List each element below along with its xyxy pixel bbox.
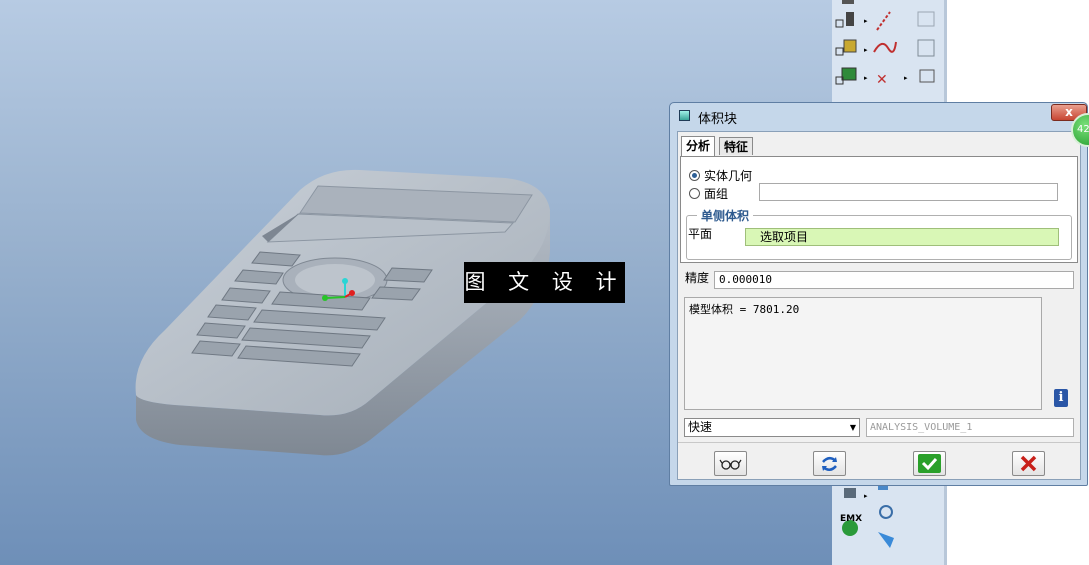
sphere-tool-icon xyxy=(879,505,893,519)
svg-text:▸: ▸ xyxy=(864,46,868,54)
svg-text:▸: ▸ xyxy=(864,17,868,25)
datum-point-icon xyxy=(835,12,854,28)
tab-analysis[interactable]: 分析 xyxy=(681,136,716,156)
cancel-x-icon xyxy=(1020,455,1037,472)
emx-label: EMX xyxy=(840,514,863,524)
precision-input[interactable]: 0.000010 xyxy=(714,271,1074,289)
tab-feature[interactable]: 特征 xyxy=(719,137,754,155)
plane-label: 平面 xyxy=(688,227,713,241)
repeat-button[interactable] xyxy=(813,451,846,476)
label-solid-geometry: 实体几何 xyxy=(704,169,753,183)
grid-icon xyxy=(917,39,935,57)
plane-select-field[interactable]: 选取项目 xyxy=(745,228,1059,246)
quilt-select-field[interactable] xyxy=(759,183,1058,201)
label-quilt: 面组 xyxy=(704,187,729,201)
dialog-titlebar[interactable]: 体积块 x xyxy=(670,103,1087,129)
datum-axis-icon xyxy=(876,11,891,31)
dialog-body: 分析 特征 实体几何 面组 单侧体积 平面 选取项目 精度 0.000010 模… xyxy=(677,131,1081,480)
import-icon xyxy=(919,69,935,83)
preview-button[interactable] xyxy=(714,451,747,476)
dialog-button-row xyxy=(678,442,1080,481)
info-icon[interactable]: i xyxy=(1054,389,1068,407)
pattern-tool-icon xyxy=(835,67,857,85)
group-title: 单侧体积 xyxy=(697,207,754,224)
result-output: 模型体积 = 7801.20 xyxy=(684,297,1042,410)
grey-tool-icon xyxy=(917,11,935,27)
analysis-panel: 实体几何 面组 单侧体积 平面 选取项目 xyxy=(680,156,1078,263)
radio-quilt[interactable] xyxy=(689,188,700,199)
volume-block-dialog: 体积块 x 分析 特征 实体几何 面组 单侧体积 平面 选取项目 精度 0.00… xyxy=(669,102,1088,486)
dropdown-arrow-icon: ▼ xyxy=(849,423,856,432)
precision-label: 精度 xyxy=(685,271,710,285)
glasses-icon xyxy=(719,459,742,470)
refresh-icon xyxy=(822,457,837,471)
one-side-volume-group: 单侧体积 平面 选取项目 xyxy=(686,207,1072,260)
dialog-title: 体积块 xyxy=(698,112,738,127)
radio-solid-geometry[interactable] xyxy=(689,170,700,181)
sketch-tool-icon xyxy=(835,39,857,56)
ok-button[interactable] xyxy=(913,451,946,476)
svg-text:▸: ▸ xyxy=(904,74,908,82)
analysis-name-field[interactable]: ANALYSIS_VOLUME_1 xyxy=(866,418,1074,437)
cancel-button[interactable] xyxy=(1012,451,1045,476)
monitor-icon xyxy=(844,488,856,498)
curve-icon xyxy=(873,41,897,53)
watermark-label: 图 文 设 计 xyxy=(464,262,625,303)
dialog-app-icon xyxy=(679,110,690,121)
svg-text:▸: ▸ xyxy=(864,492,868,500)
arrow-tool-icon xyxy=(878,532,894,548)
result-text: 模型体积 = 7801.20 xyxy=(689,303,800,316)
quick-mode-select[interactable]: 快速 ▼ xyxy=(684,418,860,437)
datum-cross-icon: ✕ xyxy=(876,72,888,88)
checkmark-icon xyxy=(918,454,941,473)
mode-value: 快速 xyxy=(688,420,713,434)
svg-text:▸: ▸ xyxy=(864,74,868,82)
